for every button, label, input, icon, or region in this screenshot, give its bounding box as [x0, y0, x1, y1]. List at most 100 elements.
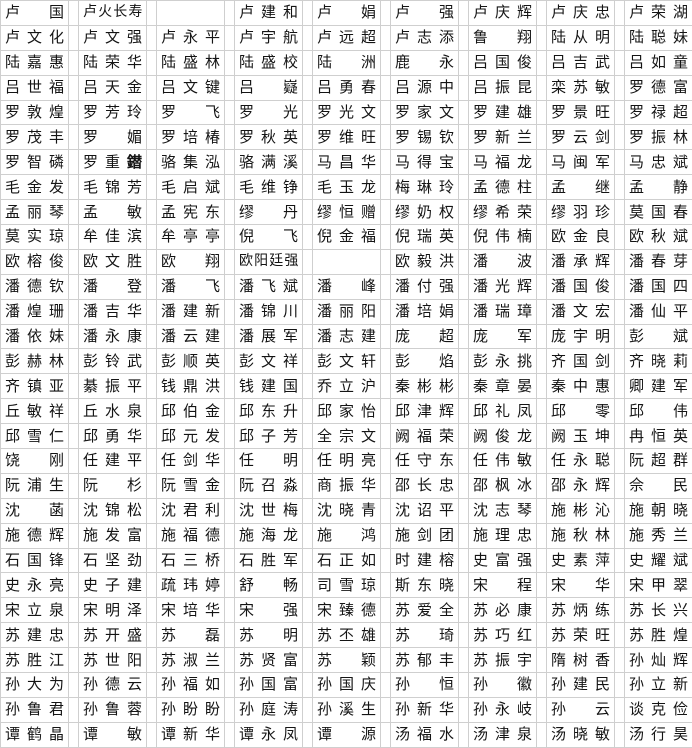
column-spacer: [69, 523, 79, 548]
name-text: 施福德: [161, 524, 220, 547]
name-cell: 任明: [235, 449, 303, 474]
column-spacer: [459, 722, 469, 747]
column-spacer: [381, 299, 391, 324]
name-cell: 苏巧红: [469, 623, 537, 648]
column-spacer: [303, 498, 313, 523]
name-text: 牟亭亭: [161, 225, 220, 248]
name-text: 欧榕俊: [5, 250, 64, 273]
name-cell: 苏琦: [391, 623, 459, 648]
name-text: 吕天金: [83, 76, 142, 99]
column-spacer: [303, 449, 313, 474]
name-cell: 孟丽琴: [1, 200, 69, 225]
name-cell: 骆满溪: [235, 150, 303, 175]
table-row: 陆嘉惠陆荣华陆盛林陆盛校陆洲鹿永吕国俊吕吉武吕如童: [1, 50, 692, 75]
name-cell: 苏淑兰: [157, 648, 225, 673]
column-spacer: [381, 100, 391, 125]
name-text: 邱伯金: [161, 400, 220, 423]
name-cell: 汤福水: [391, 722, 459, 747]
name-text: 潘飞斌: [239, 275, 298, 298]
column-spacer: [69, 424, 79, 449]
column-spacer: [225, 200, 235, 225]
name-text: 邱东升: [239, 400, 298, 423]
name-text: 汤津泉: [473, 723, 532, 746]
name-text: 毛启斌: [161, 176, 220, 199]
name-cell: 史永亮: [1, 573, 69, 598]
table-row: 莫实琼牟佳滨牟亭亭倪飞倪金福倪瑞英倪伟楠欧金良欧秋斌: [1, 225, 692, 250]
name-cell: 罗维旺: [313, 125, 381, 150]
name-text: 邱雪仁: [5, 425, 64, 448]
name-cell: 罗飞: [157, 100, 225, 125]
name-text: 冉恒英: [629, 425, 688, 448]
column-spacer: [615, 673, 625, 698]
name-text: 潘飞: [161, 275, 220, 298]
name-text: 苏丕雄: [317, 624, 376, 647]
name-cell: 欧秋斌: [625, 225, 692, 250]
name-cell: 欧榕俊: [1, 249, 69, 274]
column-spacer: [537, 324, 547, 349]
name-cell: 卢庆忠: [547, 1, 615, 26]
name-text: 沈锦松: [83, 499, 142, 522]
name-text: 卢娟: [317, 1, 376, 24]
column-spacer: [147, 125, 157, 150]
name-text: 莫实琼: [5, 225, 64, 248]
column-spacer: [459, 623, 469, 648]
name-cell: 吕吉武: [547, 50, 615, 75]
name-cell: 卿建军: [625, 374, 692, 399]
name-cell: 彭永挑: [469, 349, 537, 374]
name-text: 孙大为: [5, 673, 64, 696]
column-spacer: [459, 523, 469, 548]
name-cell: 孙徽: [469, 673, 537, 698]
name-text: 施鸿: [317, 524, 376, 547]
table-row: 史永亮史子建疏玮婷舒畅司雪琼斯东晓宋程宋华宋甲翠: [1, 573, 692, 598]
name-text: 卢国: [5, 1, 64, 24]
column-spacer: [615, 573, 625, 598]
name-cell: 彭铃武: [79, 349, 147, 374]
name-cell: 邱伟: [625, 399, 692, 424]
column-spacer: [147, 225, 157, 250]
name-cell: 谭新华: [157, 722, 225, 747]
fallback-glyph: 鐟: [127, 153, 142, 171]
name-cell: 苏贤富: [235, 648, 303, 673]
name-cell: 宋明泽: [79, 598, 147, 623]
column-spacer: [147, 598, 157, 623]
column-spacer: [225, 175, 235, 200]
column-spacer: [537, 498, 547, 523]
name-cell: 毛锦芳: [79, 175, 147, 200]
name-cell: 孙云: [547, 697, 615, 722]
column-spacer: [69, 349, 79, 374]
name-text: 任守东: [395, 449, 454, 472]
column-spacer: [147, 299, 157, 324]
column-spacer: [537, 374, 547, 399]
name-cell: 沈世梅: [235, 498, 303, 523]
column-spacer: [225, 274, 235, 299]
name-cell: 欧文胜: [79, 249, 147, 274]
name-text: 商振华: [317, 474, 376, 497]
column-spacer: [381, 399, 391, 424]
name-text: 孙永岐: [473, 698, 532, 721]
name-text: 阙玉坤: [551, 425, 610, 448]
column-spacer: [69, 722, 79, 747]
column-spacer: [147, 573, 157, 598]
name-text: 罗禄超: [629, 101, 688, 124]
column-spacer: [615, 125, 625, 150]
name-text: 邱勇华: [83, 425, 142, 448]
name-cell: 卢娟: [313, 1, 381, 26]
column-spacer: [225, 498, 235, 523]
name-text: 罗媚: [83, 126, 142, 149]
name-cell: 谭敏: [79, 722, 147, 747]
name-cell: 沈菡: [1, 498, 69, 523]
name-cell: 倪伟楠: [469, 225, 537, 250]
name-text: 苏胜煌: [629, 624, 688, 647]
name-cell: 钱鼎洪: [157, 374, 225, 399]
column-spacer: [459, 399, 469, 424]
column-spacer: [537, 75, 547, 100]
name-text: 邱家怡: [317, 400, 376, 423]
name-text: 任伟敏: [473, 449, 532, 472]
name-cell: 邱东升: [235, 399, 303, 424]
name-text: 齐晓莉: [629, 350, 688, 373]
name-cell: 潘国俊: [547, 274, 615, 299]
column-spacer: [381, 498, 391, 523]
name-text: 邱津辉: [395, 400, 454, 423]
name-text: 史永亮: [5, 574, 64, 597]
name-cell: 彭焰: [391, 349, 459, 374]
